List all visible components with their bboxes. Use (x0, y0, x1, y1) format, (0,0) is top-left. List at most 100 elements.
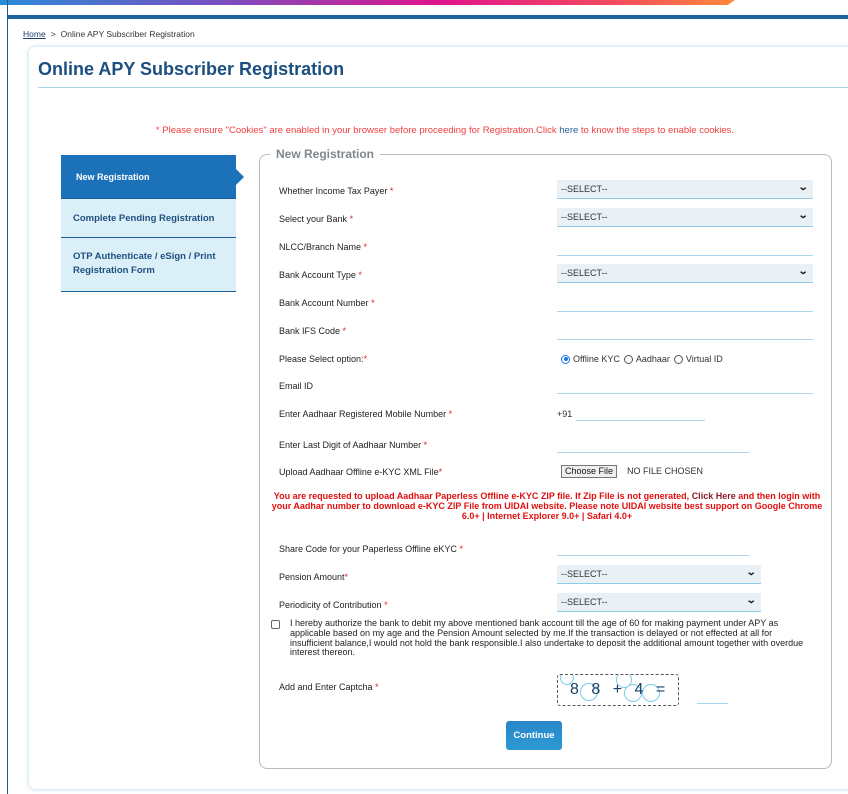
chevron-down-icon: ⌄ (745, 567, 757, 578)
branch-input[interactable] (557, 255, 813, 256)
consent-checkbox[interactable] (271, 620, 280, 629)
captcha-input[interactable] (697, 703, 728, 704)
breadcrumb: Home > Online APY Subscriber Registration (23, 29, 195, 39)
pension-amount-label: Pension Amount* (279, 572, 348, 582)
required-mark: * (438, 467, 443, 477)
label-text: Bank IFS Code (279, 326, 341, 336)
side-nav: New Registration Complete Pending Regist… (61, 155, 244, 292)
label-text: Select your Bank (279, 214, 348, 224)
select-value: --SELECT-- (561, 184, 608, 194)
option-label: Please Select option:* (279, 354, 367, 364)
required-mark: * (349, 214, 354, 224)
kyc-option-group: Offline KYC Aadhaar Virtual ID (561, 354, 727, 364)
share-code-input[interactable] (557, 555, 749, 556)
captcha-image: 8 8 + 4 = (557, 674, 679, 706)
title-divider (38, 87, 848, 88)
ifsc-label: Bank IFS Code * (279, 326, 346, 336)
cookie-notice-text-end: to know the steps to enable cookies. (578, 125, 735, 136)
required-mark: * (358, 270, 362, 280)
upload-note: You are requested to upload Aadhaar Pape… (270, 491, 824, 521)
continue-button[interactable]: Continue (506, 721, 562, 750)
share-code-label: Share Code for your Paperless Offline eK… (279, 544, 463, 554)
label-text: Periodicity of Contribution (279, 600, 382, 610)
label-text: Whether Income Tax Payer (279, 186, 388, 196)
chevron-down-icon: ⌄ (797, 266, 809, 277)
select-value: --SELECT-- (561, 268, 608, 278)
upload-note-text: You are requested to upload Aadhaar Pape… (273, 491, 692, 501)
radio-virtual-id[interactable] (673, 354, 683, 364)
required-mark: * (344, 572, 349, 582)
required-mark: * (389, 186, 394, 196)
cookie-help-link[interactable]: here (559, 125, 578, 136)
breadcrumb-current: Online APY Subscriber Registration (60, 29, 195, 39)
bank-select[interactable]: --SELECT-- ⌄ (557, 208, 813, 227)
required-mark: * (371, 298, 375, 308)
bank-label: Select your Bank * (279, 214, 353, 224)
select-value: --SELECT-- (561, 212, 608, 222)
account-number-label: Bank Account Number * (279, 298, 375, 308)
radio-aadhaar[interactable] (623, 354, 633, 364)
breadcrumb-home-link[interactable]: Home (23, 29, 46, 39)
radio-offline-kyc[interactable] (561, 354, 570, 364)
account-number-input[interactable] (557, 311, 813, 312)
side-nav-complete-pending[interactable]: Complete Pending Registration (61, 199, 236, 238)
label-text: Bank Account Type (279, 270, 356, 280)
captcha-label: Add and Enter Captcha * (279, 682, 379, 692)
label-text: Enter Last Digit of Aadhaar Number (279, 440, 422, 450)
label-text: Share Code for your Paperless Offline eK… (279, 544, 457, 554)
email-label: Email ID (279, 381, 314, 391)
label-text: Upload Aadhaar Offline e-KYC XML File (279, 467, 439, 477)
radio-label-virtual-id: Virtual ID (685, 354, 723, 364)
label-text: NLCC/Branch Name (279, 242, 362, 252)
required-mark: * (342, 326, 347, 336)
breadcrumb-separator: > (50, 29, 56, 39)
required-mark: * (375, 682, 379, 692)
periodicity-label: Periodicity of Contribution * (279, 600, 388, 610)
mobile-label: Enter Aadhaar Registered Mobile Number * (279, 409, 452, 419)
ifsc-input[interactable] (557, 339, 813, 340)
pension-amount-select[interactable]: --SELECT-- ⌄ (557, 565, 761, 584)
required-mark: * (448, 409, 453, 419)
header-rule (7, 15, 848, 19)
captcha-challenge: 8 8 + 4 = (570, 681, 670, 698)
page-left-border (7, 0, 8, 794)
radio-label-offline-kyc: Offline KYC (573, 354, 620, 364)
label-text: Add and Enter Captcha (279, 682, 373, 692)
radio-label-aadhaar: Aadhaar (635, 354, 670, 364)
aadhaar-digit-input[interactable] (557, 452, 749, 453)
file-status: NO FILE CHOSEN (627, 466, 704, 476)
header-gradient-bar (0, 0, 735, 5)
branch-label: NLCC/Branch Name * (279, 242, 367, 252)
account-type-select[interactable]: --SELECT-- ⌄ (557, 264, 813, 283)
aadhaar-digit-label: Enter Last Digit of Aadhaar Number * (279, 440, 427, 450)
mobile-input[interactable] (576, 420, 705, 421)
side-nav-new-registration[interactable]: New Registration (61, 155, 244, 199)
periodicity-select[interactable]: --SELECT-- ⌄ (557, 593, 761, 612)
consent-text: I hereby authorize the bank to debit my … (290, 618, 804, 658)
required-mark: * (363, 242, 368, 252)
chevron-down-icon: ⌄ (745, 595, 757, 606)
label-text: Enter Aadhaar Registered Mobile Number (279, 409, 447, 419)
mobile-prefix: +91 (557, 409, 573, 419)
required-mark: * (423, 440, 428, 450)
chevron-down-icon: ⌄ (797, 182, 809, 193)
cookie-notice-text: * Please ensure "Cookies" are enabled in… (155, 125, 560, 136)
side-nav-otp-esign-print[interactable]: OTP Authenticate / eSign / Print Registr… (61, 238, 236, 292)
chevron-down-icon: ⌄ (797, 210, 809, 221)
label-text: Pension Amount (279, 572, 345, 582)
uidai-click-here-link[interactable]: Click Here (692, 491, 736, 501)
required-mark: * (384, 600, 388, 610)
cookie-notice: * Please ensure "Cookies" are enabled in… (0, 125, 848, 136)
income-tax-select[interactable]: --SELECT-- ⌄ (557, 180, 813, 199)
label-text: Bank Account Number (279, 298, 369, 308)
upload-label: Upload Aadhaar Offline e-KYC XML File* (279, 467, 442, 477)
income-tax-label: Whether Income Tax Payer * (279, 186, 393, 196)
fieldset-legend: New Registration (270, 147, 381, 161)
page-title: Online APY Subscriber Registration (38, 59, 345, 79)
choose-file-button[interactable]: Choose File (561, 465, 618, 478)
select-value: --SELECT-- (561, 597, 608, 607)
required-mark: * (363, 354, 368, 364)
account-type-label: Bank Account Type * (279, 270, 362, 280)
label-text: Please Select option: (279, 354, 364, 364)
email-input[interactable] (557, 393, 813, 394)
